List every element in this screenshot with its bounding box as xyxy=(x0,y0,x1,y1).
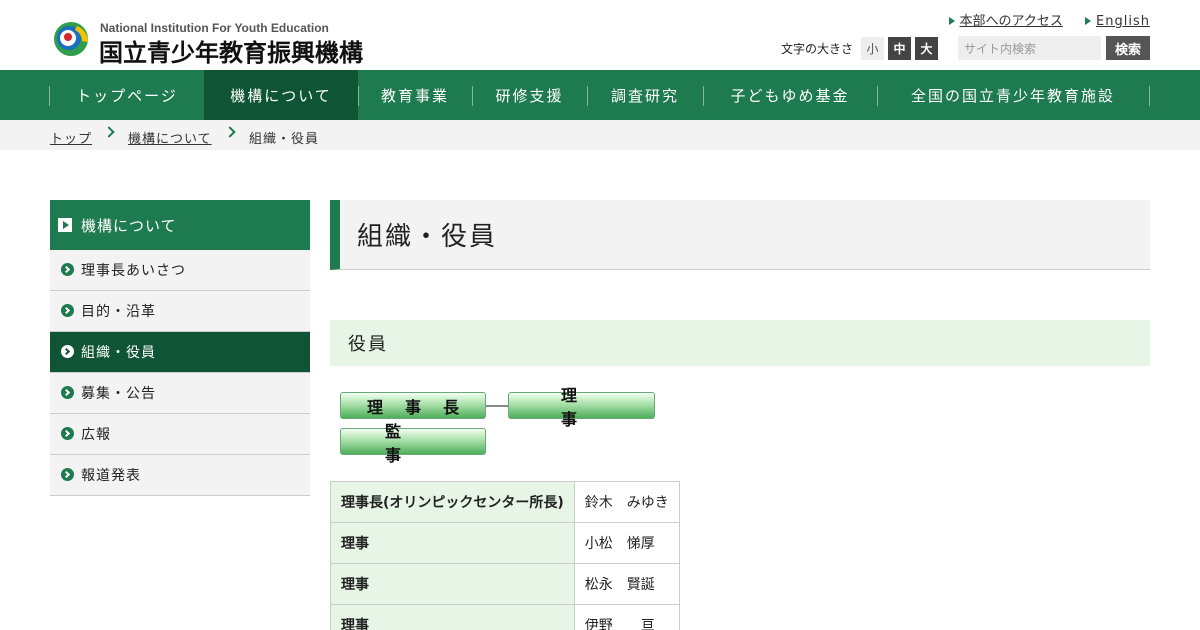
sidebar-item-recruitment[interactable]: 募集・公告 xyxy=(50,373,310,414)
font-size-small-button[interactable]: 小 xyxy=(861,36,885,60)
table-row: 理事 小松 悌厚 xyxy=(330,522,680,564)
org-chart-connector xyxy=(486,405,508,407)
org-chart-auditor: 監事 xyxy=(340,422,486,465)
chevron-circle-icon xyxy=(61,427,74,440)
officer-role: 理事 xyxy=(330,563,575,605)
search-input[interactable]: サイト内検索 xyxy=(958,36,1101,60)
nav-item-training[interactable]: 研修支援 xyxy=(472,70,587,120)
nav-item-about[interactable]: 機構について xyxy=(204,70,358,120)
breadcrumb-chevron-icon xyxy=(224,126,236,138)
global-nav: トップページ 機構について 教育事業 研修支援 調査研究 子どもゆめ基金 全国の… xyxy=(0,70,1200,120)
officer-role: 理事 xyxy=(330,604,575,630)
page-title: 組織・役員 xyxy=(330,200,1150,270)
officers-table: 理事長(オリンピックセンター所長) 鈴木 みゆき 理事 小松 悌厚 理事 松永 … xyxy=(330,481,680,630)
font-size-label: 文字の大きさ xyxy=(781,41,854,56)
font-size-medium-button[interactable]: 中 xyxy=(888,36,912,60)
chevron-circle-icon xyxy=(61,304,74,317)
logo-japanese-name: 国立青少年教育振興機構 xyxy=(99,39,363,67)
nav-item-research[interactable]: 調査研究 xyxy=(587,70,703,120)
site-logo[interactable]: National Institution For Youth Education… xyxy=(52,19,363,67)
nav-item-facilities[interactable]: 全国の国立青少年教育施設 xyxy=(877,70,1149,120)
breadcrumb-about-link[interactable]: 機構について xyxy=(128,128,212,147)
sidebar-item-label: 組織・役員 xyxy=(81,345,156,361)
officer-name: 小松 悌厚 xyxy=(573,522,680,564)
officer-role: 理事 xyxy=(330,522,575,564)
org-chart-chairman: 理事長 xyxy=(340,392,486,419)
chevron-circle-icon xyxy=(61,386,74,399)
chevron-circle-icon xyxy=(61,345,74,358)
sidebar-heading[interactable]: 機構について xyxy=(50,200,310,250)
sidebar-item-press[interactable]: 報道発表 xyxy=(50,455,310,496)
officer-name: 伊野 亘 xyxy=(573,604,680,630)
access-link[interactable]: 本部へのアクセス xyxy=(949,14,1063,29)
breadcrumb-top-link[interactable]: トップ xyxy=(50,128,92,147)
chevron-circle-icon xyxy=(61,468,74,481)
sidebar-item-label: 広報 xyxy=(81,427,111,443)
english-link[interactable]: English xyxy=(1085,14,1150,29)
table-row: 理事 伊野 亘 xyxy=(330,604,680,630)
officer-role: 理事長(オリンピックセンター所長) xyxy=(330,481,575,523)
sidebar-item-label: 募集・公告 xyxy=(81,386,156,402)
search-button[interactable]: 検索 xyxy=(1106,36,1150,60)
font-size-large-button[interactable]: 大 xyxy=(915,36,939,60)
sidebar-item-label: 目的・沿革 xyxy=(81,304,156,320)
org-chart-director: 理事 xyxy=(508,386,655,429)
chevron-circle-icon xyxy=(61,263,74,276)
site-header: National Institution For Youth Education… xyxy=(0,0,1200,70)
breadcrumb-chevron-icon xyxy=(103,126,115,138)
play-square-icon xyxy=(58,218,72,232)
sidebar-item-pr[interactable]: 広報 xyxy=(50,414,310,455)
nav-item-fund[interactable]: 子どもゆめ基金 xyxy=(703,70,877,120)
officer-name: 鈴木 みゆき xyxy=(573,481,680,523)
nav-item-top[interactable]: トップページ xyxy=(50,70,204,120)
nav-item-education[interactable]: 教育事業 xyxy=(358,70,472,120)
utility-links: 本部へのアクセス English xyxy=(931,10,1150,29)
logo-mark-icon xyxy=(54,22,89,56)
breadcrumb: トップ 機構について 組織・役員 xyxy=(0,120,1200,150)
font-size-switcher: 文字の大きさ 小 中 大 xyxy=(781,36,939,60)
sidebar-item-label: 報道発表 xyxy=(81,468,141,484)
nav-divider xyxy=(1149,86,1150,106)
sidebar-item-organization[interactable]: 組織・役員 xyxy=(50,332,310,373)
officer-name: 松永 賢誕 xyxy=(573,563,680,605)
sidebar-item-history[interactable]: 目的・沿革 xyxy=(50,291,310,332)
table-row: 理事 松永 賢誕 xyxy=(330,563,680,605)
section-heading: 役員 xyxy=(330,320,1150,366)
sidebar-item-greeting[interactable]: 理事長あいさつ xyxy=(50,250,310,291)
table-row: 理事長(オリンピックセンター所長) 鈴木 みゆき xyxy=(330,481,680,523)
breadcrumb-current: 組織・役員 xyxy=(249,132,320,147)
sidebar-heading-label: 機構について xyxy=(81,216,177,235)
sidebar-item-label: 理事長あいさつ xyxy=(81,263,186,279)
